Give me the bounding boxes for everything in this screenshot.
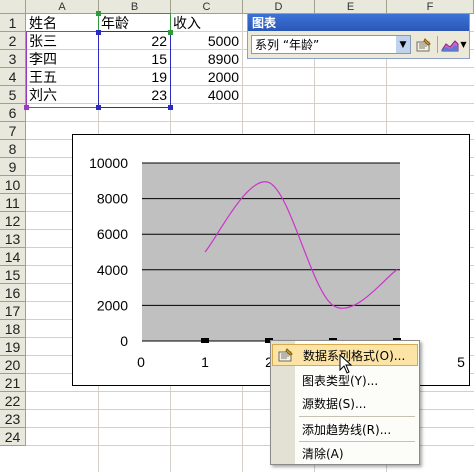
cell-income[interactable]: 4000: [171, 86, 242, 104]
chevron-down-icon[interactable]: ▼: [396, 36, 410, 53]
row-header-6[interactable]: 6: [0, 104, 26, 122]
row-header-13[interactable]: 13: [0, 230, 26, 248]
row-header-10[interactable]: 10: [0, 176, 26, 194]
format-icon: [278, 348, 293, 362]
chart-type-button[interactable]: ▼: [440, 35, 468, 54]
row-header-2[interactable]: 2: [0, 32, 26, 50]
row-header-7[interactable]: 7: [0, 122, 26, 140]
plot-area[interactable]: [142, 163, 400, 341]
range-handle[interactable]: [96, 30, 101, 35]
y-tick-label: 10000: [89, 155, 128, 171]
row-header-22[interactable]: 22: [0, 392, 26, 410]
row-header-11[interactable]: 11: [0, 194, 26, 212]
menu-item-source-data[interactable]: 源数据(S)...: [272, 392, 418, 414]
range-handle[interactable]: [96, 11, 101, 16]
row-header-15[interactable]: 15: [0, 266, 26, 284]
row-header-14[interactable]: 14: [0, 248, 26, 266]
y-tick-label: 2000: [97, 297, 128, 313]
gridline: [26, 121, 474, 122]
x-tick-label: 5: [457, 354, 465, 370]
row-header-19[interactable]: 19: [0, 338, 26, 356]
cell-income[interactable]: 2000: [171, 68, 242, 86]
menu-item-label: 数据系列格式(O)...: [303, 348, 406, 363]
column-header-f[interactable]: F: [387, 0, 474, 14]
toolbar-divider: [437, 36, 438, 53]
chart-object-select-value: 系列 “年龄”: [255, 38, 320, 52]
mouse-pointer-icon: [339, 354, 353, 374]
menu-item-label: 源数据(S)...: [302, 396, 367, 411]
chart-type-icon: [441, 39, 459, 51]
column-header-b[interactable]: B: [99, 0, 171, 14]
y-tick-label: 8000: [97, 191, 128, 207]
column-header-e[interactable]: E: [315, 0, 387, 14]
x-tick-label: 1: [201, 354, 209, 370]
chart-toolbar-title[interactable]: 图表: [248, 14, 469, 31]
range-handle[interactable]: [96, 105, 101, 110]
cell-income[interactable]: 8900: [171, 50, 242, 68]
column-header-a[interactable]: A: [26, 0, 99, 14]
y-tick-label: 4000: [97, 262, 128, 278]
menu-item-label: 图表类型(Y)...: [302, 373, 379, 388]
range-handle[interactable]: [168, 105, 173, 110]
header-cell-income[interactable]: 收入: [171, 14, 242, 32]
row-header-9[interactable]: 9: [0, 158, 26, 176]
cell-income[interactable]: 5000: [171, 32, 242, 50]
category-header-outline: [98, 13, 171, 32]
menu-item-clear[interactable]: 清除(A): [272, 442, 418, 464]
chart-object-select[interactable]: 系列 “年龄” ▼: [251, 35, 411, 54]
row-header-1[interactable]: 1: [0, 14, 26, 32]
row-header-20[interactable]: 20: [0, 356, 26, 374]
row-header-24[interactable]: 24: [0, 428, 26, 446]
value-range-outline: [98, 31, 171, 108]
row-header-3[interactable]: 3: [0, 50, 26, 68]
column-header-c[interactable]: C: [171, 0, 243, 14]
row-header-21[interactable]: 21: [0, 374, 26, 392]
series-selection-handle[interactable]: [201, 338, 209, 343]
y-tick-label: 6000: [97, 226, 128, 242]
x-range-outline: [26, 31, 99, 108]
y-tick-label: 0: [120, 333, 128, 349]
format-series-icon: [416, 37, 431, 51]
row-header-18[interactable]: 18: [0, 320, 26, 338]
menu-item-label: 添加趋势线(R)...: [302, 422, 392, 437]
corner-select-all[interactable]: [0, 0, 26, 14]
menu-item-add-trendline[interactable]: 添加趋势线(R)...: [272, 418, 418, 440]
column-header-d[interactable]: D: [243, 0, 315, 14]
row-header-16[interactable]: 16: [0, 284, 26, 302]
menu-separator: [299, 416, 415, 417]
row-header-12[interactable]: 12: [0, 212, 26, 230]
chart-toolbar: 图表 系列 “年龄” ▼ ▼: [247, 13, 470, 59]
row-header-8[interactable]: 8: [0, 140, 26, 158]
range-handle[interactable]: [24, 105, 29, 110]
row-header-4[interactable]: 4: [0, 68, 26, 86]
header-cell-name[interactable]: 姓名: [27, 14, 98, 32]
row-header-5[interactable]: 5: [0, 86, 26, 104]
row-header-23[interactable]: 23: [0, 410, 26, 428]
format-series-button[interactable]: [414, 35, 434, 54]
row-header-17[interactable]: 17: [0, 302, 26, 320]
chevron-down-icon[interactable]: ▼: [460, 40, 466, 49]
x-tick-label: 0: [137, 354, 145, 370]
range-handle[interactable]: [168, 30, 173, 35]
menu-item-label: 清除(A): [302, 446, 344, 461]
